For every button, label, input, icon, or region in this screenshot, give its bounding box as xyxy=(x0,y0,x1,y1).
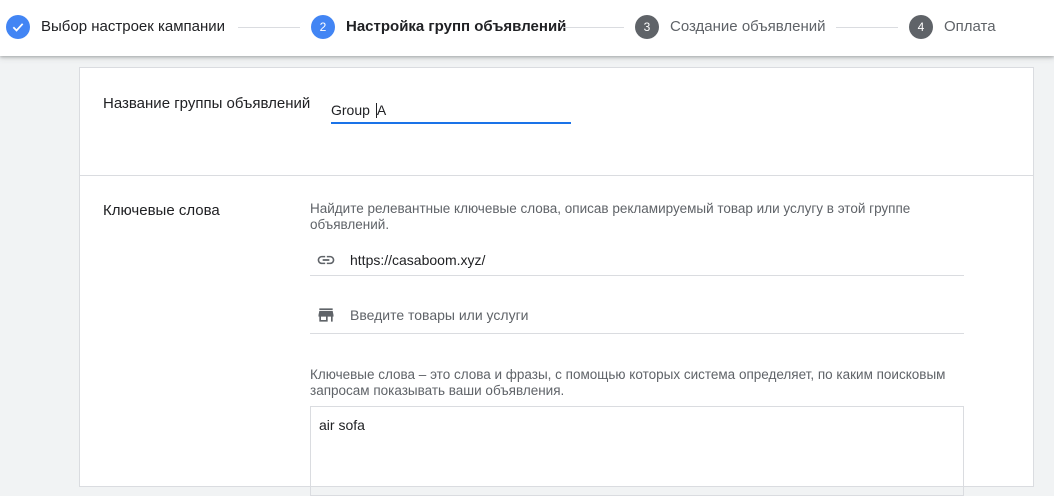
step-4-badge[interactable]: 4 xyxy=(909,15,933,39)
step-4-label[interactable]: Оплата xyxy=(944,18,996,36)
keywords-intro-text: Найдите релевантные ключевые слова, опис… xyxy=(310,201,911,232)
step-2-label[interactable]: Настройка групп объявлений xyxy=(346,18,566,36)
ad-group-name-field[interactable]: Group A xyxy=(331,98,571,124)
store-icon xyxy=(316,305,336,325)
section-divider xyxy=(80,175,1033,176)
step-1-label[interactable]: Выбор настроек кампании xyxy=(41,18,225,36)
step-connector xyxy=(562,27,624,28)
keywords-value: air sofa xyxy=(319,417,365,433)
ad-group-name-value[interactable]: Group A xyxy=(331,102,386,118)
products-services-input[interactable]: Введите товары или услуги xyxy=(310,296,964,334)
check-icon xyxy=(12,23,24,32)
ad-group-name-text: Group A xyxy=(331,102,387,118)
step-1-check-icon[interactable] xyxy=(6,15,30,39)
website-url-value: https://casaboom.xyz/ xyxy=(350,252,486,268)
keywords-textarea[interactable]: air sofa xyxy=(310,406,964,496)
step-connector xyxy=(238,27,300,28)
step-connector xyxy=(836,27,898,28)
keywords-explanation-text: Ключевые слова – это слова и фразы, с по… xyxy=(310,367,946,398)
campaign-stepper: Выбор настроек кампании 2 Настройка груп… xyxy=(0,0,1054,56)
step-2-badge[interactable]: 2 xyxy=(311,15,335,39)
link-icon xyxy=(316,250,336,270)
text-caret xyxy=(375,103,377,118)
products-services-placeholder: Введите товары или услуги xyxy=(350,307,529,323)
step-3-label[interactable]: Создание объявлений xyxy=(670,18,826,36)
step-3-badge[interactable]: 3 xyxy=(635,15,659,39)
ad-group-name-label: Название группы объявлений xyxy=(103,95,311,112)
ad-group-card: Название группы объявлений Group A Ключе… xyxy=(79,67,1034,496)
keywords-section-label: Ключевые слова xyxy=(103,202,220,219)
website-url-input[interactable]: https://casaboom.xyz/ xyxy=(310,240,964,276)
